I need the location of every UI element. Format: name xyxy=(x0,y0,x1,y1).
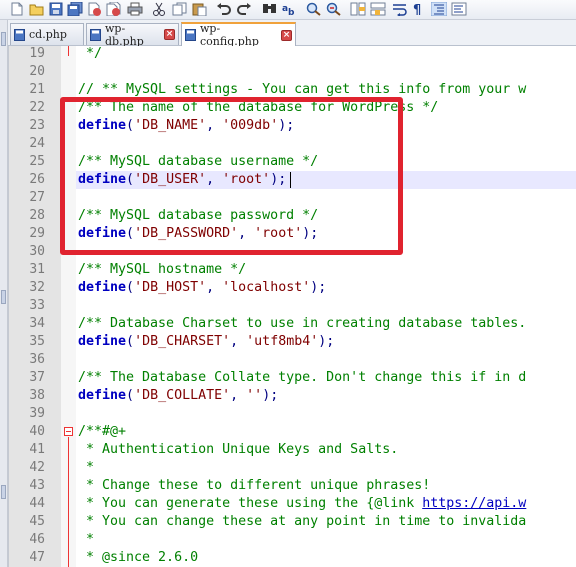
line-number: 28 xyxy=(29,208,45,223)
fold-line xyxy=(68,437,69,567)
line-number: 39 xyxy=(29,406,45,421)
line-number: 25 xyxy=(29,154,45,169)
line-number: 21 xyxy=(29,82,45,97)
line-number: 43 xyxy=(29,478,45,493)
code-line[interactable]: */ xyxy=(78,46,102,63)
find-icon[interactable] xyxy=(262,2,278,16)
line-number: 31 xyxy=(29,262,45,277)
line-number: 35 xyxy=(29,334,45,349)
line-number: 26 xyxy=(29,172,45,187)
panel-marker xyxy=(1,32,6,46)
line-number: 33 xyxy=(29,298,45,313)
line-number: 23 xyxy=(29,118,45,133)
paste-icon[interactable] xyxy=(192,2,208,16)
panel-marker xyxy=(1,485,6,499)
close-tab-icon[interactable]: × xyxy=(281,29,292,41)
close-tab-icon[interactable]: × xyxy=(164,29,175,40)
line-number: 38 xyxy=(29,388,45,403)
code-line[interactable]: * @since 2.6.0 xyxy=(78,549,198,567)
code-line[interactable]: define('DB_CHARSET', 'utf8mb4'); xyxy=(78,333,334,351)
print-icon[interactable] xyxy=(127,2,143,16)
code-line[interactable]: /** MySQL hostname */ xyxy=(78,261,246,279)
line-number: 37 xyxy=(29,370,45,385)
close-all-icon[interactable] xyxy=(106,2,122,16)
line-number: 22 xyxy=(29,100,45,115)
code-line[interactable]: /**#@+ xyxy=(78,423,126,441)
line-number: 29 xyxy=(29,226,45,241)
line-number: 42 xyxy=(29,460,45,475)
file-icon xyxy=(14,28,25,41)
undo-icon[interactable] xyxy=(216,2,232,16)
code-line[interactable]: * xyxy=(78,531,94,549)
code-line[interactable]: * You can change these at any point in t… xyxy=(78,513,526,531)
replace-icon[interactable]: ab xyxy=(282,2,298,16)
code-line[interactable]: * xyxy=(78,459,94,477)
file-icon xyxy=(90,28,101,41)
svg-text:¶: ¶ xyxy=(413,3,421,16)
line-number: 40 xyxy=(29,424,45,439)
tab-cd-php[interactable]: cd.php xyxy=(10,23,84,45)
fold-toggle-icon[interactable] xyxy=(64,427,73,436)
tab-label: wp-db.php xyxy=(105,21,144,48)
zoom-out-icon[interactable] xyxy=(326,2,342,16)
line-number: 47 xyxy=(29,550,45,565)
copy-icon[interactable] xyxy=(172,2,188,16)
code-line[interactable]: * Authentication Unique Keys and Salts. xyxy=(78,441,398,459)
fold-line xyxy=(68,46,69,56)
line-number: 46 xyxy=(29,532,45,547)
tab-bar: cd.php wp-db.php × wp-config.php × xyxy=(8,20,576,48)
redo-icon[interactable] xyxy=(236,2,252,16)
save-icon[interactable] xyxy=(49,2,65,16)
toolbar: ab ¶ xyxy=(0,0,576,20)
code-line[interactable]: /** The Database Collate type. Don't cha… xyxy=(78,369,526,387)
new-file-icon[interactable] xyxy=(10,2,26,16)
word-wrap-icon[interactable] xyxy=(392,2,408,16)
line-number: 34 xyxy=(29,316,45,331)
tab-label: wp-config.php xyxy=(200,22,259,48)
line-number: 19 xyxy=(29,46,45,61)
code-line[interactable]: * You can generate these using the {@lin… xyxy=(78,495,526,513)
side-panel-edge xyxy=(0,20,8,567)
zoom-in-icon[interactable] xyxy=(306,2,322,16)
open-file-icon[interactable] xyxy=(29,2,45,16)
line-number: 36 xyxy=(29,352,45,367)
code-line[interactable]: define('DB_HOST', 'localhost'); xyxy=(78,279,326,297)
line-number: 20 xyxy=(29,64,45,79)
tab-wp-config-php[interactable]: wp-config.php × xyxy=(181,22,296,48)
line-number: 41 xyxy=(29,442,45,457)
show-all-chars-icon[interactable]: ¶ xyxy=(411,2,427,16)
tab-label: cd.php xyxy=(29,28,67,41)
line-number: 44 xyxy=(29,496,45,511)
tab-wp-db-php[interactable]: wp-db.php × xyxy=(86,21,179,48)
code-line[interactable]: * Change these to different unique phras… xyxy=(78,477,430,495)
sync-horizontal-icon[interactable] xyxy=(370,2,386,16)
svg-text:b: b xyxy=(288,8,295,16)
line-number: 24 xyxy=(29,136,45,151)
line-number: 30 xyxy=(29,244,45,259)
line-number: 27 xyxy=(29,190,45,205)
annotation-highlight-box xyxy=(60,97,403,255)
cut-icon[interactable] xyxy=(152,2,168,16)
code-line[interactable]: define('DB_COLLATE', ''); xyxy=(78,387,278,405)
doc-map-icon[interactable] xyxy=(451,2,467,16)
line-number: 32 xyxy=(29,280,45,295)
code-line[interactable]: /** Database Charset to use in creating … xyxy=(78,315,526,333)
panel-marker xyxy=(1,290,6,304)
indent-guide-icon[interactable] xyxy=(431,2,447,16)
line-number: 45 xyxy=(29,514,45,529)
line-number-gutter: 19 20 21 22 23 24 25 26 27 28 29 30 31 32 33 34 35 36 37 38… xyxy=(9,46,61,567)
sync-vertical-icon[interactable] xyxy=(350,2,366,16)
file-icon xyxy=(185,29,196,41)
save-all-icon[interactable] xyxy=(67,2,83,16)
close-icon[interactable] xyxy=(87,2,103,16)
